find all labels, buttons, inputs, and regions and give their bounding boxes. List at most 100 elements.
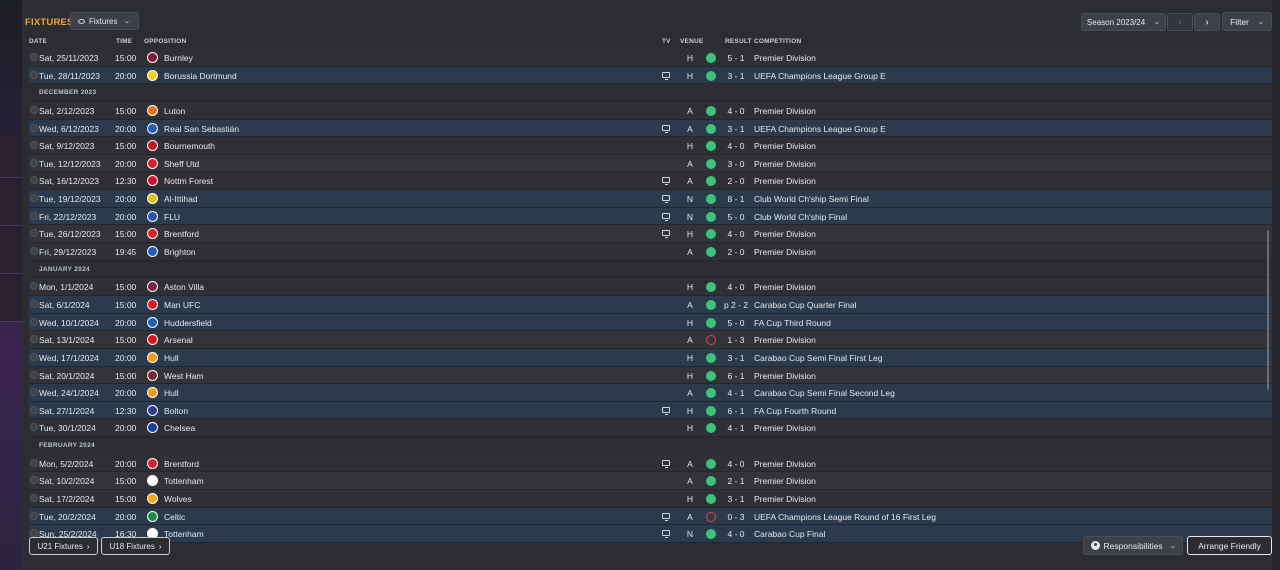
opposition-link[interactable]: Al-Ittihad: [164, 194, 198, 204]
competition-link[interactable]: Premier Division: [754, 247, 816, 257]
col-tv[interactable]: TV: [662, 38, 671, 45]
match-result[interactable]: 6 - 1: [721, 371, 751, 381]
opposition-link[interactable]: West Ham: [164, 371, 204, 381]
table-row[interactable]: Sat, 10/2/2024 15:00 Tottenham A 2 - 1 Premie…: [29, 472, 1272, 491]
match-result[interactable]: 4 - 1: [721, 423, 751, 433]
opposition-link[interactable]: Man UFC: [164, 300, 200, 310]
opposition-link[interactable]: Tottenham: [164, 476, 204, 486]
table-row[interactable]: Sat, 9/12/2023 15:00 Bournemouth H 4 - 0 Prem…: [29, 137, 1272, 155]
competition-link[interactable]: Premier Division: [754, 494, 816, 504]
competition-link[interactable]: Carabao Cup Quarter Final: [754, 300, 857, 310]
opposition-link[interactable]: Celtic: [164, 512, 185, 522]
match-result[interactable]: 3 - 1: [721, 71, 751, 81]
table-row[interactable]: Sat, 6/1/2024 15:00 Man UFC Ap 2 - 2 Carabao…: [29, 295, 1272, 314]
opposition-link[interactable]: Brentford: [164, 459, 199, 469]
table-row[interactable]: Wed, 6/12/2023 20:00 Real San Sebastián A 3 …: [29, 119, 1272, 138]
table-row[interactable]: Tue, 20/2/2024 20:00 Celtic A 0 - 3 UEFA Cham…: [29, 507, 1272, 526]
opposition-link[interactable]: Hull: [164, 388, 179, 398]
opposition-link[interactable]: Tottenham: [164, 529, 204, 539]
competition-link[interactable]: Premier Division: [754, 53, 816, 63]
match-result[interactable]: 5 - 1: [721, 53, 751, 63]
opposition-link[interactable]: Aston Villa: [164, 282, 204, 292]
table-row[interactable]: Sat, 27/1/2024 12:30 Bolton H 6 - 1 FA Cup Fo…: [29, 401, 1272, 420]
opposition-link[interactable]: Nottm Forest: [164, 176, 213, 186]
table-row[interactable]: Mon, 5/2/2024 20:00 Brentford A 4 - 0 Premier…: [29, 454, 1272, 473]
opposition-link[interactable]: Hull: [164, 353, 179, 363]
match-result[interactable]: 5 - 0: [721, 212, 751, 222]
table-row[interactable]: Tue, 30/1/2024 20:00 Chelsea H 4 - 1 Premier …: [29, 419, 1272, 438]
season-dropdown[interactable]: Season 2023/24 ⌄: [1081, 13, 1166, 31]
competition-link[interactable]: Premier Division: [754, 176, 816, 186]
opposition-link[interactable]: Wolves: [164, 494, 192, 504]
competition-link[interactable]: FA Cup Third Round: [754, 318, 831, 328]
col-opposition[interactable]: OPPOSITION: [144, 38, 186, 45]
opposition-link[interactable]: Real San Sebastián: [164, 124, 239, 134]
competition-link[interactable]: Carabao Cup Semi Final Second Leg: [754, 388, 895, 398]
competition-link[interactable]: Carabao Cup Semi Final First Leg: [754, 353, 883, 363]
table-row[interactable]: Tue, 28/11/2023 20:00 Borussia Dortmund H 3 …: [29, 66, 1272, 85]
u18-fixtures-button[interactable]: U18 Fixtures ›: [101, 537, 170, 555]
competition-link[interactable]: Premier Division: [754, 159, 816, 169]
prev-season-button[interactable]: ‹: [1167, 13, 1193, 31]
competition-link[interactable]: UEFA Champions League Group E: [754, 71, 886, 81]
competition-link[interactable]: UEFA Champions League Round of 16 First …: [754, 512, 936, 522]
opposition-link[interactable]: Borussia Dortmund: [164, 71, 237, 81]
match-result[interactable]: 4 - 0: [721, 141, 751, 151]
match-result[interactable]: 3 - 1: [721, 494, 751, 504]
match-result[interactable]: 4 - 0: [721, 529, 751, 539]
arrange-friendly-button[interactable]: Arrange Friendly: [1187, 536, 1272, 555]
competition-link[interactable]: Carabao Cup Final: [754, 529, 825, 539]
table-row[interactable]: Tue, 12/12/2023 20:00 Sheff Utd A 3 - 0 Premi…: [29, 154, 1272, 173]
match-result[interactable]: 2 - 1: [721, 476, 751, 486]
opposition-link[interactable]: Huddersfield: [164, 318, 212, 328]
match-result[interactable]: 4 - 0: [721, 282, 751, 292]
col-venue[interactable]: VENUE: [680, 38, 703, 45]
table-row[interactable]: Fri, 29/12/2023 19:45 Brighton A 2 - 0 Premie…: [29, 243, 1272, 261]
table-row[interactable]: Mon, 1/1/2024 15:00 Aston Villa H 4 - 0 Premi…: [29, 278, 1272, 296]
table-row[interactable]: Sat, 16/12/2023 12:30 Nottm Forest A 2 - 0 Pr…: [29, 172, 1272, 191]
match-result[interactable]: 4 - 1: [721, 388, 751, 398]
sidebar-segment[interactable]: [0, 178, 22, 226]
col-result[interactable]: RESULT: [725, 38, 752, 45]
sidebar-segment[interactable]: [0, 130, 22, 178]
opposition-link[interactable]: Luton: [164, 106, 185, 116]
table-row[interactable]: Sat, 20/1/2024 15:00 West Ham H 6 - 1 Premier…: [29, 366, 1272, 385]
sidebar-segment[interactable]: [0, 226, 22, 274]
filter-button[interactable]: Filter ⌄: [1222, 12, 1272, 31]
opposition-link[interactable]: Bournemouth: [164, 141, 215, 151]
match-result[interactable]: 3 - 1: [721, 124, 751, 134]
table-row[interactable]: Fri, 22/12/2023 20:00 FLU N 5 - 0 Club World …: [29, 207, 1272, 226]
opposition-link[interactable]: Sheff Utd: [164, 159, 199, 169]
table-row[interactable]: Tue, 26/12/2023 15:00 Brentford H 4 - 0 Premi…: [29, 225, 1272, 244]
table-row[interactable]: Wed, 17/1/2024 20:00 Hull H 3 - 1 Carabao Cup…: [29, 348, 1272, 367]
opposition-link[interactable]: Brentford: [164, 229, 199, 239]
match-result[interactable]: 0 - 3: [721, 512, 751, 522]
next-season-button[interactable]: ›: [1194, 13, 1220, 31]
sidebar-segment[interactable]: [0, 274, 22, 322]
match-result[interactable]: 8 - 1: [721, 194, 751, 204]
match-result[interactable]: 4 - 0: [721, 106, 751, 116]
match-result[interactable]: 3 - 0: [721, 159, 751, 169]
match-result[interactable]: 2 - 0: [721, 176, 751, 186]
table-row[interactable]: Sat, 17/2/2024 15:00 Wolves H 3 - 1 Premier D…: [29, 490, 1272, 508]
competition-link[interactable]: Premier Division: [754, 335, 816, 345]
opposition-link[interactable]: Brighton: [164, 247, 196, 257]
table-row[interactable]: Wed, 10/1/2024 20:00 Huddersfield H 5 - 0 FA …: [29, 313, 1272, 332]
table-row[interactable]: Sat, 2/12/2023 15:00 Luton A 4 - 0 Premier Di…: [29, 101, 1272, 120]
table-row[interactable]: Wed, 24/1/2024 20:00 Hull A 4 - 1 Carabao Cup…: [29, 384, 1272, 402]
match-result[interactable]: 1 - 3: [721, 335, 751, 345]
match-result[interactable]: p 2 - 2: [721, 300, 751, 310]
competition-link[interactable]: Premier Division: [754, 459, 816, 469]
u21-fixtures-button[interactable]: U21 Fixtures ›: [29, 537, 98, 555]
view-dropdown[interactable]: Fixtures ⌄: [70, 12, 139, 30]
competition-link[interactable]: Premier Division: [754, 423, 816, 433]
match-result[interactable]: 6 - 1: [721, 406, 751, 416]
match-result[interactable]: 4 - 0: [721, 459, 751, 469]
opposition-link[interactable]: Burnley: [164, 53, 193, 63]
competition-link[interactable]: Premier Division: [754, 141, 816, 151]
competition-link[interactable]: UEFA Champions League Group E: [754, 124, 886, 134]
competition-link[interactable]: Premier Division: [754, 282, 816, 292]
competition-link[interactable]: Premier Division: [754, 229, 816, 239]
match-result[interactable]: 3 - 1: [721, 353, 751, 363]
competition-link[interactable]: Club World Ch'ship Semi Final: [754, 194, 869, 204]
